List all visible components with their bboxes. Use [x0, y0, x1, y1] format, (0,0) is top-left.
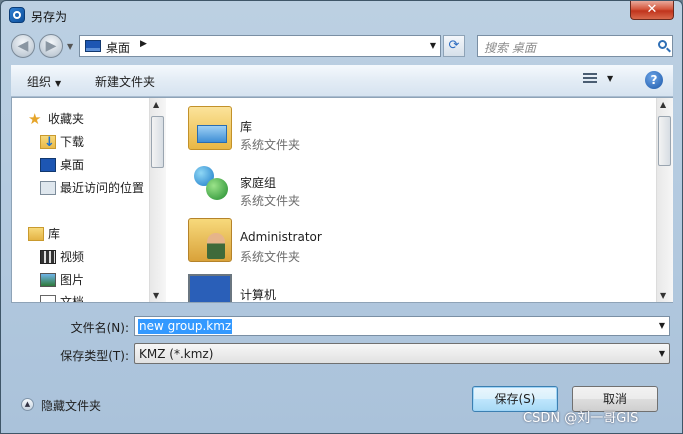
- organize-button[interactable]: 组织 ▼: [27, 73, 61, 90]
- sidebar-item-label: 收藏夹: [48, 112, 85, 126]
- breadcrumb-arrow-icon[interactable]: ▶: [140, 39, 147, 49]
- address-dropdown-icon[interactable]: ▼: [430, 41, 436, 50]
- command-bar: 组织 ▼ 新建文件夹 ▼ ?: [11, 65, 673, 97]
- navigation-pane: ★ 收藏夹 下载 桌面 最近访问的位置 库 视频: [12, 98, 166, 302]
- list-item-libraries[interactable]: 库 系统文件夹: [184, 104, 484, 154]
- document-icon: [40, 295, 56, 302]
- search-icon[interactable]: [658, 40, 667, 49]
- back-button[interactable]: ◀: [11, 34, 35, 58]
- desktop-icon: [85, 40, 101, 52]
- sidebar-item-label: 库: [48, 227, 61, 241]
- desktop-icon: [40, 158, 56, 172]
- file-type: 系统文件夹: [240, 138, 301, 152]
- list-item-homegroup[interactable]: 家庭组 系统文件夹: [184, 160, 484, 210]
- recent-pages-dropdown-icon[interactable]: ▼: [67, 42, 73, 51]
- filetype-dropdown-icon[interactable]: ▼: [659, 349, 665, 358]
- file-name: Administrator: [240, 230, 322, 244]
- scroll-down-icon[interactable]: ▼: [660, 291, 666, 300]
- navigation-buttons: ◀ ▶ ▼: [11, 34, 77, 60]
- view-dropdown-icon[interactable]: ▼: [607, 74, 613, 83]
- list-item-administrator[interactable]: Administrator 系统文件夹: [184, 216, 484, 266]
- filename-dropdown-icon[interactable]: ▼: [659, 321, 665, 330]
- download-folder-icon: [40, 133, 56, 153]
- filetype-label: 保存类型(T):: [60, 349, 129, 363]
- filetype-value: KMZ (*.kmz): [139, 347, 214, 361]
- browser-panes: ★ 收藏夹 下载 桌面 最近访问的位置 库 视频: [11, 97, 673, 303]
- forward-button[interactable]: ▶: [39, 34, 63, 58]
- scroll-up-icon[interactable]: ▲: [153, 100, 159, 109]
- scroll-up-icon[interactable]: ▲: [660, 100, 666, 109]
- filetype-select[interactable]: KMZ (*.kmz) ▼: [134, 343, 670, 364]
- file-type: 系统文件夹: [240, 194, 301, 208]
- view-options-icon[interactable]: [583, 73, 597, 87]
- search-input[interactable]: 搜索 桌面: [484, 39, 536, 56]
- sidebar-item-label: 图片: [60, 273, 85, 287]
- organize-dropdown-icon: ▼: [55, 79, 62, 88]
- file-name: 库: [240, 120, 253, 134]
- file-name: 家庭组: [240, 176, 277, 190]
- file-type: 系统文件夹: [240, 250, 301, 264]
- homegroup-icon: [188, 162, 232, 206]
- sidebar-item-label: 下载: [60, 135, 85, 149]
- library-icon: [28, 227, 44, 241]
- title-bar: 另存为 ✕: [1, 1, 682, 31]
- filename-label: 文件名(N):: [70, 321, 129, 335]
- file-list: 库 系统文件夹 家庭组 系统文件夹 Administrator 系统文件夹 计算…: [184, 98, 656, 302]
- app-icon: [9, 7, 25, 23]
- computer-icon: [188, 274, 232, 302]
- save-as-dialog: 另存为 ✕ ◀ ▶ ▼ 桌面 ▶ ▼ ⟳ 搜索 桌面 组织 ▼ 新建文件夹 ▼ ?…: [0, 0, 683, 434]
- chevron-up-icon: ▲: [21, 398, 34, 411]
- picture-icon: [40, 273, 56, 287]
- sidebar-item-label: 最近访问的位置: [60, 181, 145, 195]
- sidebar-item-label: 视频: [60, 250, 85, 264]
- sidebar-item-label: 文档: [60, 295, 85, 302]
- recent-places-icon: [40, 181, 56, 195]
- address-bar[interactable]: 桌面 ▶ ▼: [79, 35, 441, 57]
- scrollbar-thumb[interactable]: [658, 116, 671, 166]
- close-button[interactable]: ✕: [630, 1, 674, 20]
- library-folder-icon: [188, 106, 232, 150]
- search-box[interactable]: 搜索 桌面: [477, 35, 673, 57]
- refresh-button[interactable]: ⟳: [443, 35, 465, 57]
- video-icon: [40, 250, 56, 264]
- sidebar-item-label: 桌面: [60, 158, 85, 172]
- scroll-down-icon[interactable]: ▼: [153, 291, 159, 300]
- new-folder-button[interactable]: 新建文件夹: [95, 73, 155, 90]
- scrollbar-thumb[interactable]: [151, 116, 164, 168]
- address-path[interactable]: 桌面: [106, 39, 130, 56]
- file-name: 计算机: [240, 288, 277, 302]
- navigation-pane-scrollbar[interactable]: ▲ ▼: [149, 98, 166, 302]
- window-title: 另存为: [31, 10, 68, 24]
- watermark: CSDN @刘一哥GIS: [523, 411, 639, 426]
- star-icon: ★: [28, 110, 42, 128]
- filename-input[interactable]: new group.kmz: [138, 319, 233, 334]
- hide-folders-label: 隐藏文件夹: [41, 399, 102, 413]
- file-list-scrollbar[interactable]: ▲ ▼: [656, 98, 673, 302]
- user-folder-icon: [188, 218, 232, 262]
- filename-field[interactable]: new group.kmz ▼: [134, 316, 670, 336]
- organize-label: 组织: [27, 75, 52, 89]
- help-icon[interactable]: ?: [645, 71, 663, 89]
- list-item-computer[interactable]: 计算机 系统文件夹: [184, 272, 484, 302]
